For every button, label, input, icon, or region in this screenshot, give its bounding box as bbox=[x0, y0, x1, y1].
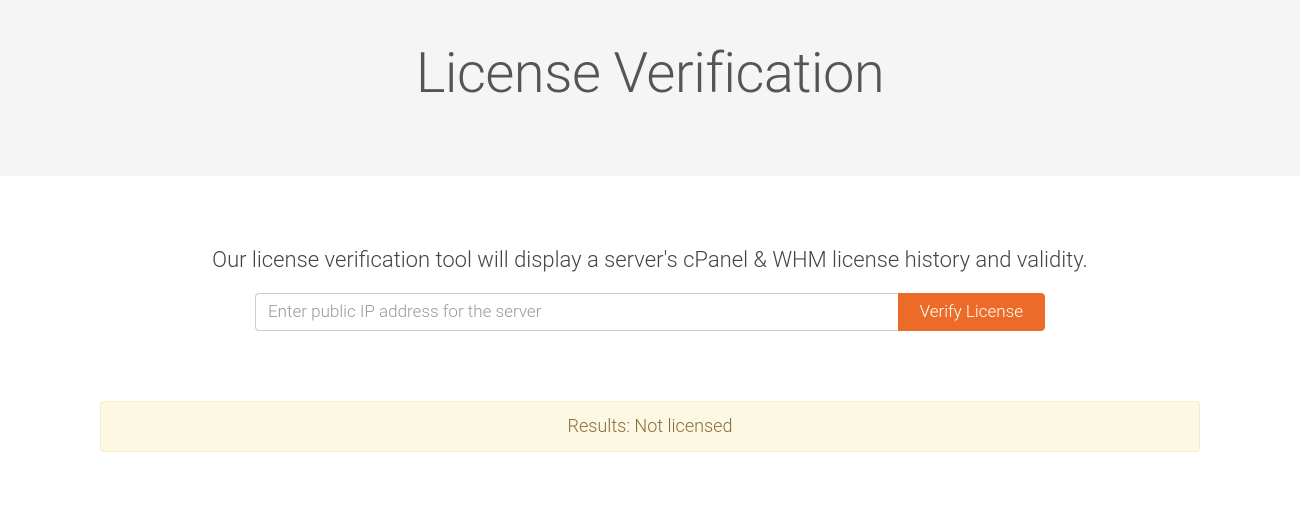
header-section: License Verification bbox=[0, 0, 1300, 176]
ip-address-input[interactable] bbox=[255, 293, 898, 331]
result-message: Results: Not licensed bbox=[100, 401, 1200, 452]
verify-form: Verify License bbox=[255, 293, 1045, 331]
main-content: Our license verification tool will displ… bbox=[50, 248, 1250, 452]
page-title: License Verification bbox=[0, 40, 1300, 106]
description-text: Our license verification tool will displ… bbox=[100, 248, 1200, 273]
verify-license-button[interactable]: Verify License bbox=[898, 293, 1045, 331]
